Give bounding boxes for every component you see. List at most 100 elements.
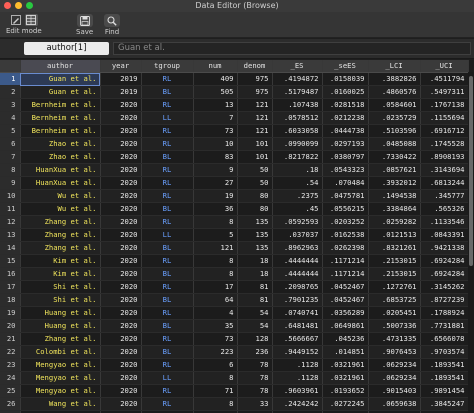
cell-denom[interactable]: 81 <box>237 280 273 294</box>
cell-uci[interactable]: .9421338 <box>420 241 469 255</box>
cell-year[interactable]: 2019 <box>100 72 142 86</box>
cell-lci[interactable]: .3882826 <box>368 72 421 86</box>
cell-lci[interactable]: .0629234 <box>368 358 421 372</box>
cell-es[interactable]: .1128 <box>272 371 323 385</box>
cell-num[interactable]: 17 <box>193 280 238 294</box>
cell-num[interactable]: 121 <box>193 241 238 255</box>
cell-es[interactable]: .0578512 <box>272 111 323 125</box>
cell-tgroup[interactable]: BL <box>141 319 194 333</box>
cell-tgroup[interactable]: LL <box>141 371 194 385</box>
table-row[interactable]: 2 Guan et al. 2019 BL 505 975.5179487.0160025… <box>0 85 469 99</box>
cell-sees[interactable]: .0649861 <box>322 319 369 333</box>
table-row[interactable]: 9 HuanXua et al. 2020 RL 27 50.54.070484.3932… <box>0 176 469 190</box>
cell-es[interactable]: .0990099 <box>272 137 323 151</box>
cell-es[interactable]: .0740741 <box>272 306 323 320</box>
cell-author[interactable]: Huang et al. <box>20 319 101 333</box>
cell-author[interactable]: Wang et al. <box>20 397 101 411</box>
cell-denom[interactable]: 54 <box>237 319 273 333</box>
cell-tgroup[interactable]: BL <box>141 293 194 307</box>
cell-num[interactable]: 8 <box>193 397 238 411</box>
cell-es[interactable]: .45 <box>272 202 323 216</box>
cell-tgroup[interactable]: RL <box>141 98 194 112</box>
row-number[interactable]: 7 <box>0 150 21 164</box>
find-button[interactable] <box>104 14 120 27</box>
cell-sees[interactable]: .0452467 <box>322 280 369 294</box>
cell-lci[interactable]: .6853725 <box>368 293 421 307</box>
cell-uci[interactable]: .345777 <box>420 189 469 203</box>
cell-sees[interactable]: .0475781 <box>322 189 369 203</box>
cell-num[interactable]: 71 <box>193 384 238 398</box>
cell-num[interactable]: 8 <box>193 371 238 385</box>
cell-sees[interactable]: .0321961 <box>322 371 369 385</box>
cell-author[interactable]: HuanXua et al. <box>20 176 101 190</box>
cell-denom[interactable]: 78 <box>237 384 273 398</box>
cell-es[interactable]: .8217822 <box>272 150 323 164</box>
cell-num[interactable]: 505 <box>193 85 238 99</box>
cell-lci[interactable]: .0235729 <box>368 111 421 125</box>
cell-uci[interactable]: .6916712 <box>420 124 469 138</box>
row-number[interactable]: 9 <box>0 176 21 190</box>
column-header-year[interactable]: year <box>100 60 142 73</box>
cell-sees[interactable]: .0193652 <box>322 384 369 398</box>
table-row[interactable]: 20 Huang et al. 2020 BL 35 54.6481481.0649861… <box>0 319 469 333</box>
cell-sees[interactable]: .0356289 <box>322 306 369 320</box>
cell-sees[interactable]: .1171214 <box>322 254 369 268</box>
table-row[interactable]: 12 Zhang et al. 2020 RL 8 135.0592593.0203252… <box>0 215 469 229</box>
cell-uci[interactable]: .1767138 <box>420 98 469 112</box>
cell-denom[interactable]: 236 <box>237 345 273 359</box>
column-header-uci[interactable]: _UCI <box>420 60 469 73</box>
cell-num[interactable]: 7 <box>193 111 238 125</box>
cell-lci[interactable]: .0259282 <box>368 215 421 229</box>
cell-year[interactable]: 2020 <box>100 215 142 229</box>
cell-denom[interactable]: 128 <box>237 332 273 346</box>
cell-es[interactable]: .4444444 <box>272 267 323 281</box>
table-row[interactable]: 7 Zhao et al. 2020 BL 83 101.8217822.0380797.… <box>0 150 469 164</box>
cell-year[interactable]: 2020 <box>100 254 142 268</box>
cell-num[interactable]: 8 <box>193 215 238 229</box>
cell-sees[interactable]: .0543323 <box>322 163 369 177</box>
cell-lci[interactable]: .2153015 <box>368 254 421 268</box>
cell-author[interactable]: Mengyao et al. <box>20 358 101 372</box>
cell-sees[interactable]: .0203252 <box>322 215 369 229</box>
column-header-num[interactable]: num <box>193 60 238 73</box>
cell-author[interactable]: Colombi et al. <box>20 345 101 359</box>
table-row[interactable]: 3 Bernheim et al. 2020 RL 13 121.107438.02815… <box>0 98 469 112</box>
row-number[interactable]: 16 <box>0 267 21 281</box>
cell-denom[interactable]: 975 <box>237 72 273 86</box>
cell-denom[interactable]: 135 <box>237 215 273 229</box>
cell-tgroup[interactable]: BL <box>141 345 194 359</box>
cell-num[interactable]: 8 <box>193 254 238 268</box>
row-number[interactable]: 15 <box>0 254 21 268</box>
row-number[interactable]: 2 <box>0 85 21 99</box>
cell-es[interactable]: .9449152 <box>272 345 323 359</box>
cell-tgroup[interactable]: BL <box>141 150 194 164</box>
column-header-denom[interactable]: denom <box>237 60 273 73</box>
cell-es[interactable]: .18 <box>272 163 323 177</box>
cell-author[interactable]: Guan et al. <box>20 85 101 99</box>
table-row[interactable]: 11 Wu et al. 2020 BL 36 80.45.0556215.3384864… <box>0 202 469 216</box>
cell-es[interactable]: .107438 <box>272 98 323 112</box>
cell-denom[interactable]: 121 <box>237 98 273 112</box>
cell-sees[interactable]: .014851 <box>322 345 369 359</box>
cell-uci[interactable]: .6813244 <box>420 176 469 190</box>
row-number[interactable]: 8 <box>0 163 21 177</box>
cell-year[interactable]: 2019 <box>100 85 142 99</box>
data-grid[interactable]: author year tgroup num denom _ES _seES _… <box>0 60 474 413</box>
cell-num[interactable]: 73 <box>193 332 238 346</box>
cell-sees[interactable]: .0281518 <box>322 98 369 112</box>
cell-uci[interactable]: .0843391 <box>420 228 469 242</box>
table-row[interactable]: 26 Wang et al. 2020 RL 8 33.2424242.0272245.0… <box>0 397 469 411</box>
cell-num[interactable]: 6 <box>193 358 238 372</box>
cell-year[interactable]: 2020 <box>100 228 142 242</box>
cell-num[interactable]: 73 <box>193 124 238 138</box>
cell-denom[interactable]: 101 <box>237 150 273 164</box>
cell-author[interactable]: HuanXua et al. <box>20 163 101 177</box>
cell-uci[interactable]: .3145262 <box>420 280 469 294</box>
cell-author[interactable]: Kim et al. <box>20 254 101 268</box>
cell-es[interactable]: .54 <box>272 176 323 190</box>
cell-es[interactable]: .4194872 <box>272 72 323 86</box>
cell-year[interactable]: 2020 <box>100 358 142 372</box>
cell-author[interactable]: Zhao et al. <box>20 137 101 151</box>
cell-sees[interactable]: .0380797 <box>322 150 369 164</box>
cell-value-field[interactable]: Guan et al. <box>113 42 471 55</box>
